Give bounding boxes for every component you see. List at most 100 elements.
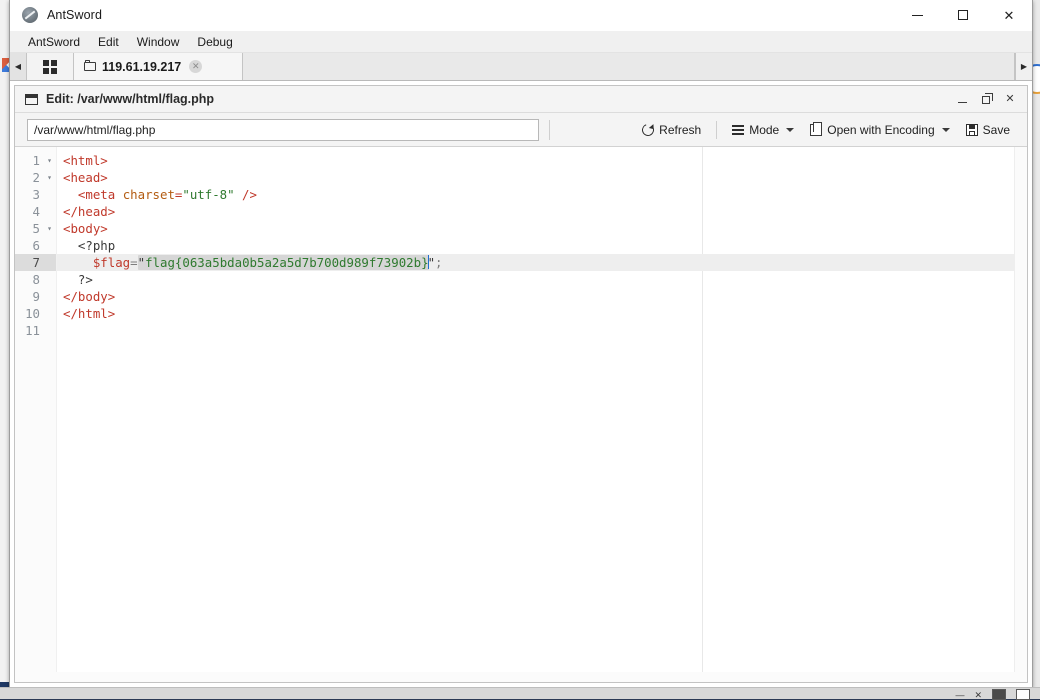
editor-horizontal-scrollbar[interactable]: [15, 672, 1027, 682]
file-editor-window: Edit: /var/www/html/flag.php ✕ /var/www/…: [14, 85, 1028, 683]
maximize-button[interactable]: [940, 0, 986, 30]
refresh-button[interactable]: Refresh: [635, 119, 708, 141]
save-label: Save: [982, 122, 1010, 137]
code-token-tag: <head>: [63, 170, 108, 185]
menu-bar: AntSword Edit Window Debug: [10, 31, 1032, 53]
taskbar-close-glyph[interactable]: ✕: [974, 690, 982, 700]
tab-scroll-left-button[interactable]: ◀: [10, 53, 27, 80]
tab-label: 119.61.19.217: [102, 59, 182, 74]
title-bar: AntSword ✕: [10, 0, 1032, 31]
code-line[interactable]: [57, 322, 1027, 339]
tab-scroll-right-button[interactable]: ▶: [1015, 53, 1032, 80]
line-number[interactable]: 5 ▾: [15, 220, 56, 237]
line-number-active[interactable]: 7: [15, 254, 56, 271]
code-token-php-close: ?>: [77, 272, 93, 287]
line-number[interactable]: 2 ▾: [15, 169, 56, 186]
editor-vertical-scrollbar[interactable]: [1014, 147, 1027, 682]
save-button[interactable]: Save: [959, 119, 1017, 141]
open-with-encoding-dropdown-button[interactable]: Open with Encoding: [803, 119, 956, 141]
taskbar-window-button[interactable]: [1016, 689, 1030, 700]
line-number[interactable]: 1 ▾: [15, 152, 56, 169]
close-button[interactable]: ✕: [986, 0, 1032, 30]
code-lines[interactable]: <html> <head> <meta charset="utf-8" /> <…: [57, 147, 1027, 682]
maximize-icon: [958, 10, 968, 20]
fold-arrow-icon[interactable]: ▾: [47, 220, 52, 237]
code-line[interactable]: <html>: [57, 152, 1027, 169]
chevron-right-icon: ▶: [1020, 62, 1028, 71]
line-number[interactable]: 8: [15, 271, 56, 288]
editor-title-bar: Edit: /var/www/html/flag.php ✕: [15, 86, 1027, 113]
editor-toolbar: Refresh Mode Open with Encoding: [15, 113, 1027, 147]
chevron-left-icon: ◀: [14, 62, 22, 71]
editor-close-button[interactable]: ✕: [1003, 91, 1017, 107]
code-token-tag: </body>: [63, 289, 116, 304]
close-icon: ✕: [1003, 7, 1015, 23]
code-token-tag: <html>: [63, 153, 108, 168]
fold-arrow-icon[interactable]: ▾: [47, 152, 52, 169]
code-line[interactable]: </head>: [57, 203, 1027, 220]
code-line[interactable]: </body>: [57, 288, 1027, 305]
taskbar-window-button[interactable]: [992, 689, 1006, 700]
chevron-down-icon: [941, 127, 950, 132]
antsword-logo-icon: [22, 7, 38, 23]
editor-restore-button[interactable]: [979, 91, 993, 107]
code-line[interactable]: <meta charset="utf-8" />: [57, 186, 1027, 203]
code-token-attr: charset: [122, 187, 175, 202]
desktop-background: AntSword ✕ AntSword Edit Window Debug ◀ …: [0, 0, 1040, 700]
window-icon: [25, 93, 38, 105]
code-token-tag: </html>: [63, 306, 116, 321]
close-icon: ✕: [1005, 92, 1015, 105]
encoding-label: Open with Encoding: [827, 122, 935, 137]
code-line[interactable]: ?>: [57, 271, 1027, 288]
line-number[interactable]: 6: [15, 237, 56, 254]
editor-window-controls: ✕: [955, 91, 1023, 107]
shell-manager-grid-button[interactable]: [27, 53, 74, 80]
code-token-flag-string: flag{063a5bda0b5a2a5d7b700d989f73902b}: [145, 255, 429, 270]
mode-label: Mode: [749, 122, 780, 137]
antsword-main-window: AntSword ✕ AntSword Edit Window Debug ◀ …: [9, 0, 1033, 688]
minimize-button[interactable]: [894, 0, 940, 30]
minimize-icon: [957, 101, 967, 104]
line-number[interactable]: 10: [15, 305, 56, 322]
mode-dropdown-button[interactable]: Mode: [725, 119, 801, 141]
minimize-icon: [911, 14, 923, 16]
code-token-tag: <meta: [77, 187, 123, 202]
toolbar-divider: [716, 120, 718, 139]
app-title: AntSword: [47, 8, 102, 22]
code-token-variable: $flag: [92, 255, 131, 270]
code-editor[interactable]: 1 ▾ 2 ▾ 3 4 5 ▾ 6 7 8 9 10 11 <html> <head>: [15, 147, 1027, 682]
tab-close-icon[interactable]: ✕: [189, 60, 203, 73]
editor-minimize-button[interactable]: [955, 91, 969, 107]
taskbar-items: — ✕: [955, 689, 1030, 700]
line-number[interactable]: 11: [15, 322, 56, 339]
grid-icon: [43, 59, 57, 74]
code-line[interactable]: </html>: [57, 305, 1027, 322]
refresh-label: Refresh: [659, 122, 702, 137]
line-number[interactable]: 3: [15, 186, 56, 203]
list-icon: [732, 124, 745, 135]
window-controls: ✕: [894, 0, 1032, 30]
refresh-icon: [640, 121, 657, 138]
line-number[interactable]: 4: [15, 203, 56, 220]
save-icon: [965, 123, 978, 136]
code-line[interactable]: <head>: [57, 169, 1027, 186]
menu-item-edit[interactable]: Edit: [90, 33, 127, 51]
file-path-input[interactable]: [27, 118, 539, 141]
fold-arrow-icon[interactable]: ▾: [47, 169, 52, 186]
toolbar-actions: Refresh Mode Open with Encoding Save: [635, 119, 1019, 141]
tab-119-61-19-217[interactable]: 119.61.19.217 ✕: [74, 53, 243, 80]
encoding-icon: [810, 121, 823, 136]
code-line[interactable]: <body>: [57, 220, 1027, 237]
menu-item-antsword[interactable]: AntSword: [20, 33, 88, 51]
tab-strip-empty-area: [243, 53, 1015, 80]
code-selection: "flag{063a5bda0b5a2a5d7b700d989f73902b}: [137, 255, 429, 270]
code-line[interactable]: <?php: [57, 237, 1027, 254]
menu-item-window[interactable]: Window: [129, 33, 188, 51]
code-token-tag: </head>: [63, 204, 116, 219]
restore-icon: [982, 92, 993, 104]
code-line-active[interactable]: $flag="flag{063a5bda0b5a2a5d7b700d989f73…: [57, 254, 1027, 271]
taskbar-minimize-glyph[interactable]: —: [955, 690, 964, 700]
line-number[interactable]: 9: [15, 288, 56, 305]
chevron-down-icon: [786, 127, 795, 132]
menu-item-debug[interactable]: Debug: [189, 33, 240, 51]
